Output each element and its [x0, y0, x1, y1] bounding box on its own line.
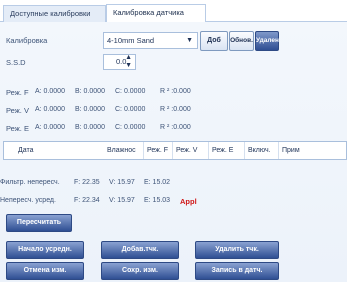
filtered-f: F: 22.35	[74, 179, 100, 186]
unaveraged-f: F: 22.34	[74, 197, 100, 204]
filtered-label: Фильтр. непересч.	[0, 179, 60, 186]
apply-link[interactable]: Appl	[180, 197, 197, 206]
cancel-changes-button[interactable]: Отмена изм.	[6, 262, 84, 280]
recalculate-button[interactable]: Пересчитать	[6, 214, 72, 232]
mode-v-b: B: 0.0000	[75, 106, 105, 113]
column-header-moisture[interactable]: Влажнос	[107, 142, 136, 159]
mode-v-a: A: 0.0000	[35, 106, 65, 113]
mode-e-c: C: 0.0000	[115, 124, 146, 131]
unaveraged-label: Непересч. усред.	[0, 197, 56, 204]
column-header-mode-v[interactable]: Реж. V	[172, 142, 197, 159]
mode-f-r2: R ² :0.000	[160, 88, 191, 95]
mode-f-c: C: 0.0000	[115, 88, 146, 95]
save-changes-button[interactable]: Сохр. изм.	[101, 262, 179, 280]
add-point-button[interactable]: Добав.тчк.	[101, 241, 179, 259]
mode-f-label: Реж. F	[6, 88, 29, 97]
ssd-stepper[interactable]: 0.0 ▲ ▼	[103, 54, 136, 70]
mode-f-a: A: 0.0000	[35, 88, 65, 95]
tab-bar: Доступные калибровки Калибровка датчика	[0, 0, 347, 23]
write-to-sensor-button[interactable]: Запись в датч.	[195, 262, 279, 280]
calibration-selected-value: 4-10mm Sand	[107, 36, 155, 45]
mode-e-a: A: 0.0000	[35, 124, 65, 131]
chevron-down-icon: ▼	[186, 37, 193, 44]
stepper-arrows-icon[interactable]: ▲ ▼	[125, 54, 132, 70]
tab-available-calibrations[interactable]: Доступные калибровки	[3, 5, 106, 22]
mode-e-r2: R ² :0.000	[160, 124, 191, 131]
delete-calibration-button[interactable]: Удален	[255, 31, 279, 51]
update-calibration-button[interactable]: Обнов.	[229, 31, 254, 51]
mode-v-label: Реж. V	[6, 106, 29, 115]
mode-f-b: B: 0.0000	[75, 88, 105, 95]
start-averaging-button[interactable]: Начало усредн.	[6, 241, 84, 259]
delete-point-button[interactable]: Удалить тчк.	[195, 241, 279, 259]
unaveraged-e: E: 15.03	[144, 197, 171, 204]
unaveraged-v: V: 15.97	[109, 197, 135, 204]
column-header-date[interactable]: Дата	[18, 142, 34, 159]
calibration-points-table[interactable]: Дата Влажнос Реж. F Реж. V Реж. E Включ.…	[3, 141, 347, 160]
mode-v-r2: R ² :0.000	[160, 106, 191, 113]
column-header-note[interactable]: Прим	[278, 142, 300, 159]
column-header-mode-e[interactable]: Реж. E	[208, 142, 233, 159]
tab-sensor-calibration[interactable]: Калибровка датчика	[106, 4, 206, 23]
column-header-mode-f[interactable]: Реж. F	[143, 142, 168, 159]
calibration-label: Калибровка	[6, 36, 48, 45]
filtered-e: E: 15.02	[144, 179, 171, 186]
filtered-v: V: 15.97	[109, 179, 135, 186]
ssd-label: S.S.D	[6, 58, 26, 67]
mode-e-label: Реж. E	[6, 124, 29, 133]
column-header-include[interactable]: Включ.	[244, 142, 271, 159]
add-calibration-button[interactable]: Доб	[200, 31, 228, 51]
mode-v-c: C: 0.0000	[115, 106, 146, 113]
calibration-select[interactable]: 4-10mm Sand ▼	[103, 32, 198, 49]
mode-e-b: B: 0.0000	[75, 124, 105, 131]
